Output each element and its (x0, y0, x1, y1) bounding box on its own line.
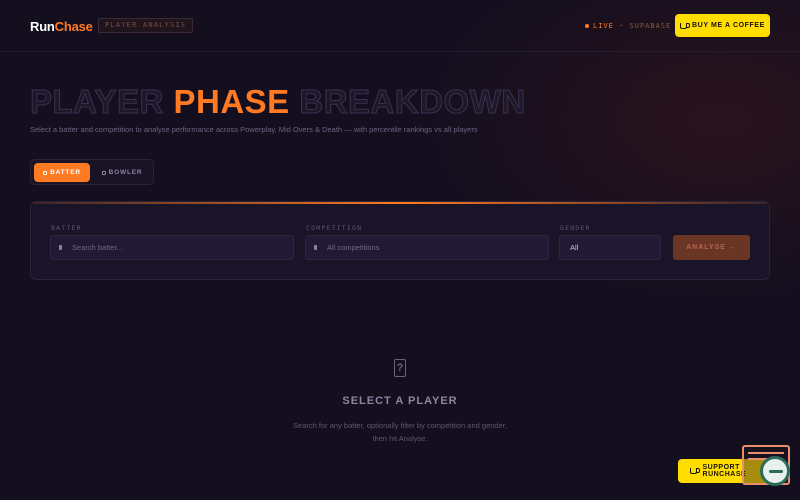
gender-select[interactable]: All (559, 235, 661, 260)
title-word-phase: PHASE (173, 83, 290, 120)
empty-state-title: SELECT A PLAYER (342, 395, 458, 407)
page-title: PLAYER PHASE BREAKDOWN (30, 83, 526, 120)
filter-card: BATTER Search batter... COMPETITION All … (30, 201, 770, 280)
page-tag: PLAYER ANALYSIS (98, 18, 194, 33)
gender-value: All (570, 243, 579, 252)
logo[interactable]: RunChase (30, 19, 93, 34)
competition-field-label: COMPETITION (306, 224, 363, 232)
support-cup-icon (690, 468, 699, 474)
logo-run: Run (30, 19, 55, 34)
trophy-icon (314, 245, 317, 250)
coffee-cup-icon (680, 22, 691, 29)
batter-placeholder: Search batter... (72, 243, 123, 252)
live-source: SUPABASE (629, 22, 672, 30)
question-icon: ? (394, 359, 406, 377)
title-word-player: PLAYER (30, 83, 164, 120)
batter-search-input[interactable]: Search batter... (50, 235, 294, 260)
live-separator: · (619, 22, 625, 30)
magnifier-icon[interactable] (760, 456, 790, 486)
top-header: RunChase PLAYER ANALYSIS LIVE · SUPABASE… (0, 0, 800, 52)
live-dot-icon (585, 24, 589, 28)
live-status: LIVE · SUPABASE (585, 22, 671, 30)
live-label: LIVE (593, 22, 614, 30)
search-icon (59, 245, 62, 250)
page-subtitle: Select a batter and competition to analy… (30, 125, 478, 134)
bowler-tab[interactable]: BOWLER (94, 163, 150, 182)
empty-state-description: Search for any batter, optionally filter… (293, 421, 507, 443)
title-word-breakdown: BREAKDOWN (299, 83, 526, 120)
buy-coffee-button[interactable]: BUY ME A COFFEE (675, 14, 770, 37)
logo-chase: Chase (54, 19, 93, 34)
card-accent-line (31, 202, 769, 204)
role-toggle: BATTER BOWLER (30, 159, 154, 185)
gender-field-label: GENDER (560, 224, 591, 232)
ball-icon (101, 170, 106, 175)
buy-coffee-label: BUY ME A COFFEE (692, 22, 765, 29)
batter-tab-label: BATTER (50, 169, 81, 176)
batter-tab[interactable]: BATTER (34, 163, 90, 182)
competition-input[interactable]: All competitions (305, 235, 549, 260)
competition-placeholder: All competitions (327, 243, 380, 252)
analyse-button[interactable]: ANALYSE → (673, 235, 750, 260)
batter-field-label: BATTER (51, 224, 82, 232)
bat-icon (43, 170, 48, 175)
bowler-tab-label: BOWLER (108, 169, 143, 176)
